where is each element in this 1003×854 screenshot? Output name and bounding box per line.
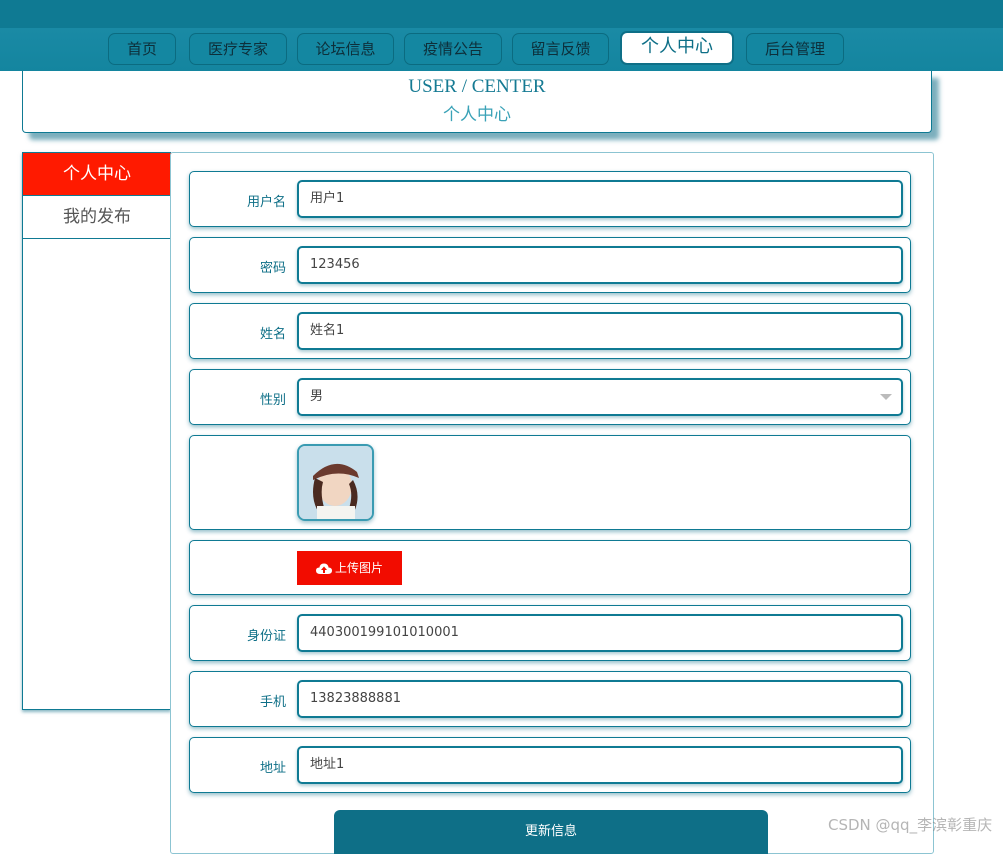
password-label: 密码 (259, 261, 286, 276)
form-row-upload: 上传图片 (189, 540, 911, 595)
name-label: 姓名 (259, 327, 286, 342)
form-row-avatar (189, 435, 911, 530)
form-row-username: 用户名 用户1 (189, 171, 911, 227)
avatar-photo-icon (299, 446, 372, 519)
cloud-upload-icon (315, 563, 332, 574)
page-title-card: USER / CENTER 个人中心 (22, 71, 932, 133)
phone-label: 手机 (259, 695, 286, 710)
gender-selected-value: 男 (310, 389, 324, 404)
id-card-label: 身份证 (246, 629, 286, 644)
sidebar-item-user-center[interactable]: 个人中心 (23, 153, 171, 196)
gender-label: 性别 (259, 393, 286, 408)
address-input[interactable]: 地址1 (297, 746, 903, 784)
form-row-id-card: 身份证 440300199101010001 (189, 605, 911, 661)
nav-medical-experts[interactable]: 医疗专家 (189, 33, 287, 65)
form-row-gender: 性别 男 (189, 369, 911, 425)
nav-epidemic-notice[interactable]: 疫情公告 (404, 33, 502, 65)
id-card-input[interactable]: 440300199101010001 (297, 614, 903, 652)
gender-select[interactable]: 男 (297, 378, 903, 416)
username-label: 用户名 (246, 195, 286, 210)
csdn-watermark: CSDN @qq_李滨彰重庆 (828, 816, 993, 834)
username-input[interactable]: 用户1 (297, 180, 903, 218)
sidebar-item-my-posts[interactable]: 我的发布 (23, 196, 171, 239)
nav-admin[interactable]: 后台管理 (746, 33, 844, 65)
upload-image-button[interactable]: 上传图片 (297, 551, 402, 585)
address-label: 地址 (259, 761, 286, 776)
update-info-button[interactable]: 更新信息 (334, 810, 768, 854)
nav-feedback[interactable]: 留言反馈 (512, 33, 609, 65)
top-strip (0, 0, 1003, 28)
sidebar: 个人中心 我的发布 (22, 152, 171, 710)
profile-form: 用户名 用户1 密码 123456 姓名 姓名1 性别 男 上传图片 身份证 4… (170, 152, 934, 854)
chevron-down-icon (880, 394, 892, 400)
form-row-address: 地址 地址1 (189, 737, 911, 793)
page-title-cn: 个人中心 (443, 105, 511, 125)
form-row-name: 姓名 姓名1 (189, 303, 911, 359)
avatar-image (297, 444, 374, 521)
nav-home[interactable]: 首页 (108, 33, 176, 65)
nav-user-center[interactable]: 个人中心 (620, 31, 734, 65)
main-navigation: 首页 医疗专家 论坛信息 疫情公告 留言反馈 个人中心 后台管理 (0, 28, 1003, 71)
form-row-password: 密码 123456 (189, 237, 911, 293)
password-input[interactable]: 123456 (297, 246, 903, 284)
page-title-en: USER / CENTER (408, 76, 546, 97)
upload-image-label: 上传图片 (334, 561, 383, 575)
phone-input[interactable]: 13823888881 (297, 680, 903, 718)
name-input[interactable]: 姓名1 (297, 312, 903, 350)
form-row-phone: 手机 13823888881 (189, 671, 911, 727)
nav-forum[interactable]: 论坛信息 (297, 33, 394, 65)
